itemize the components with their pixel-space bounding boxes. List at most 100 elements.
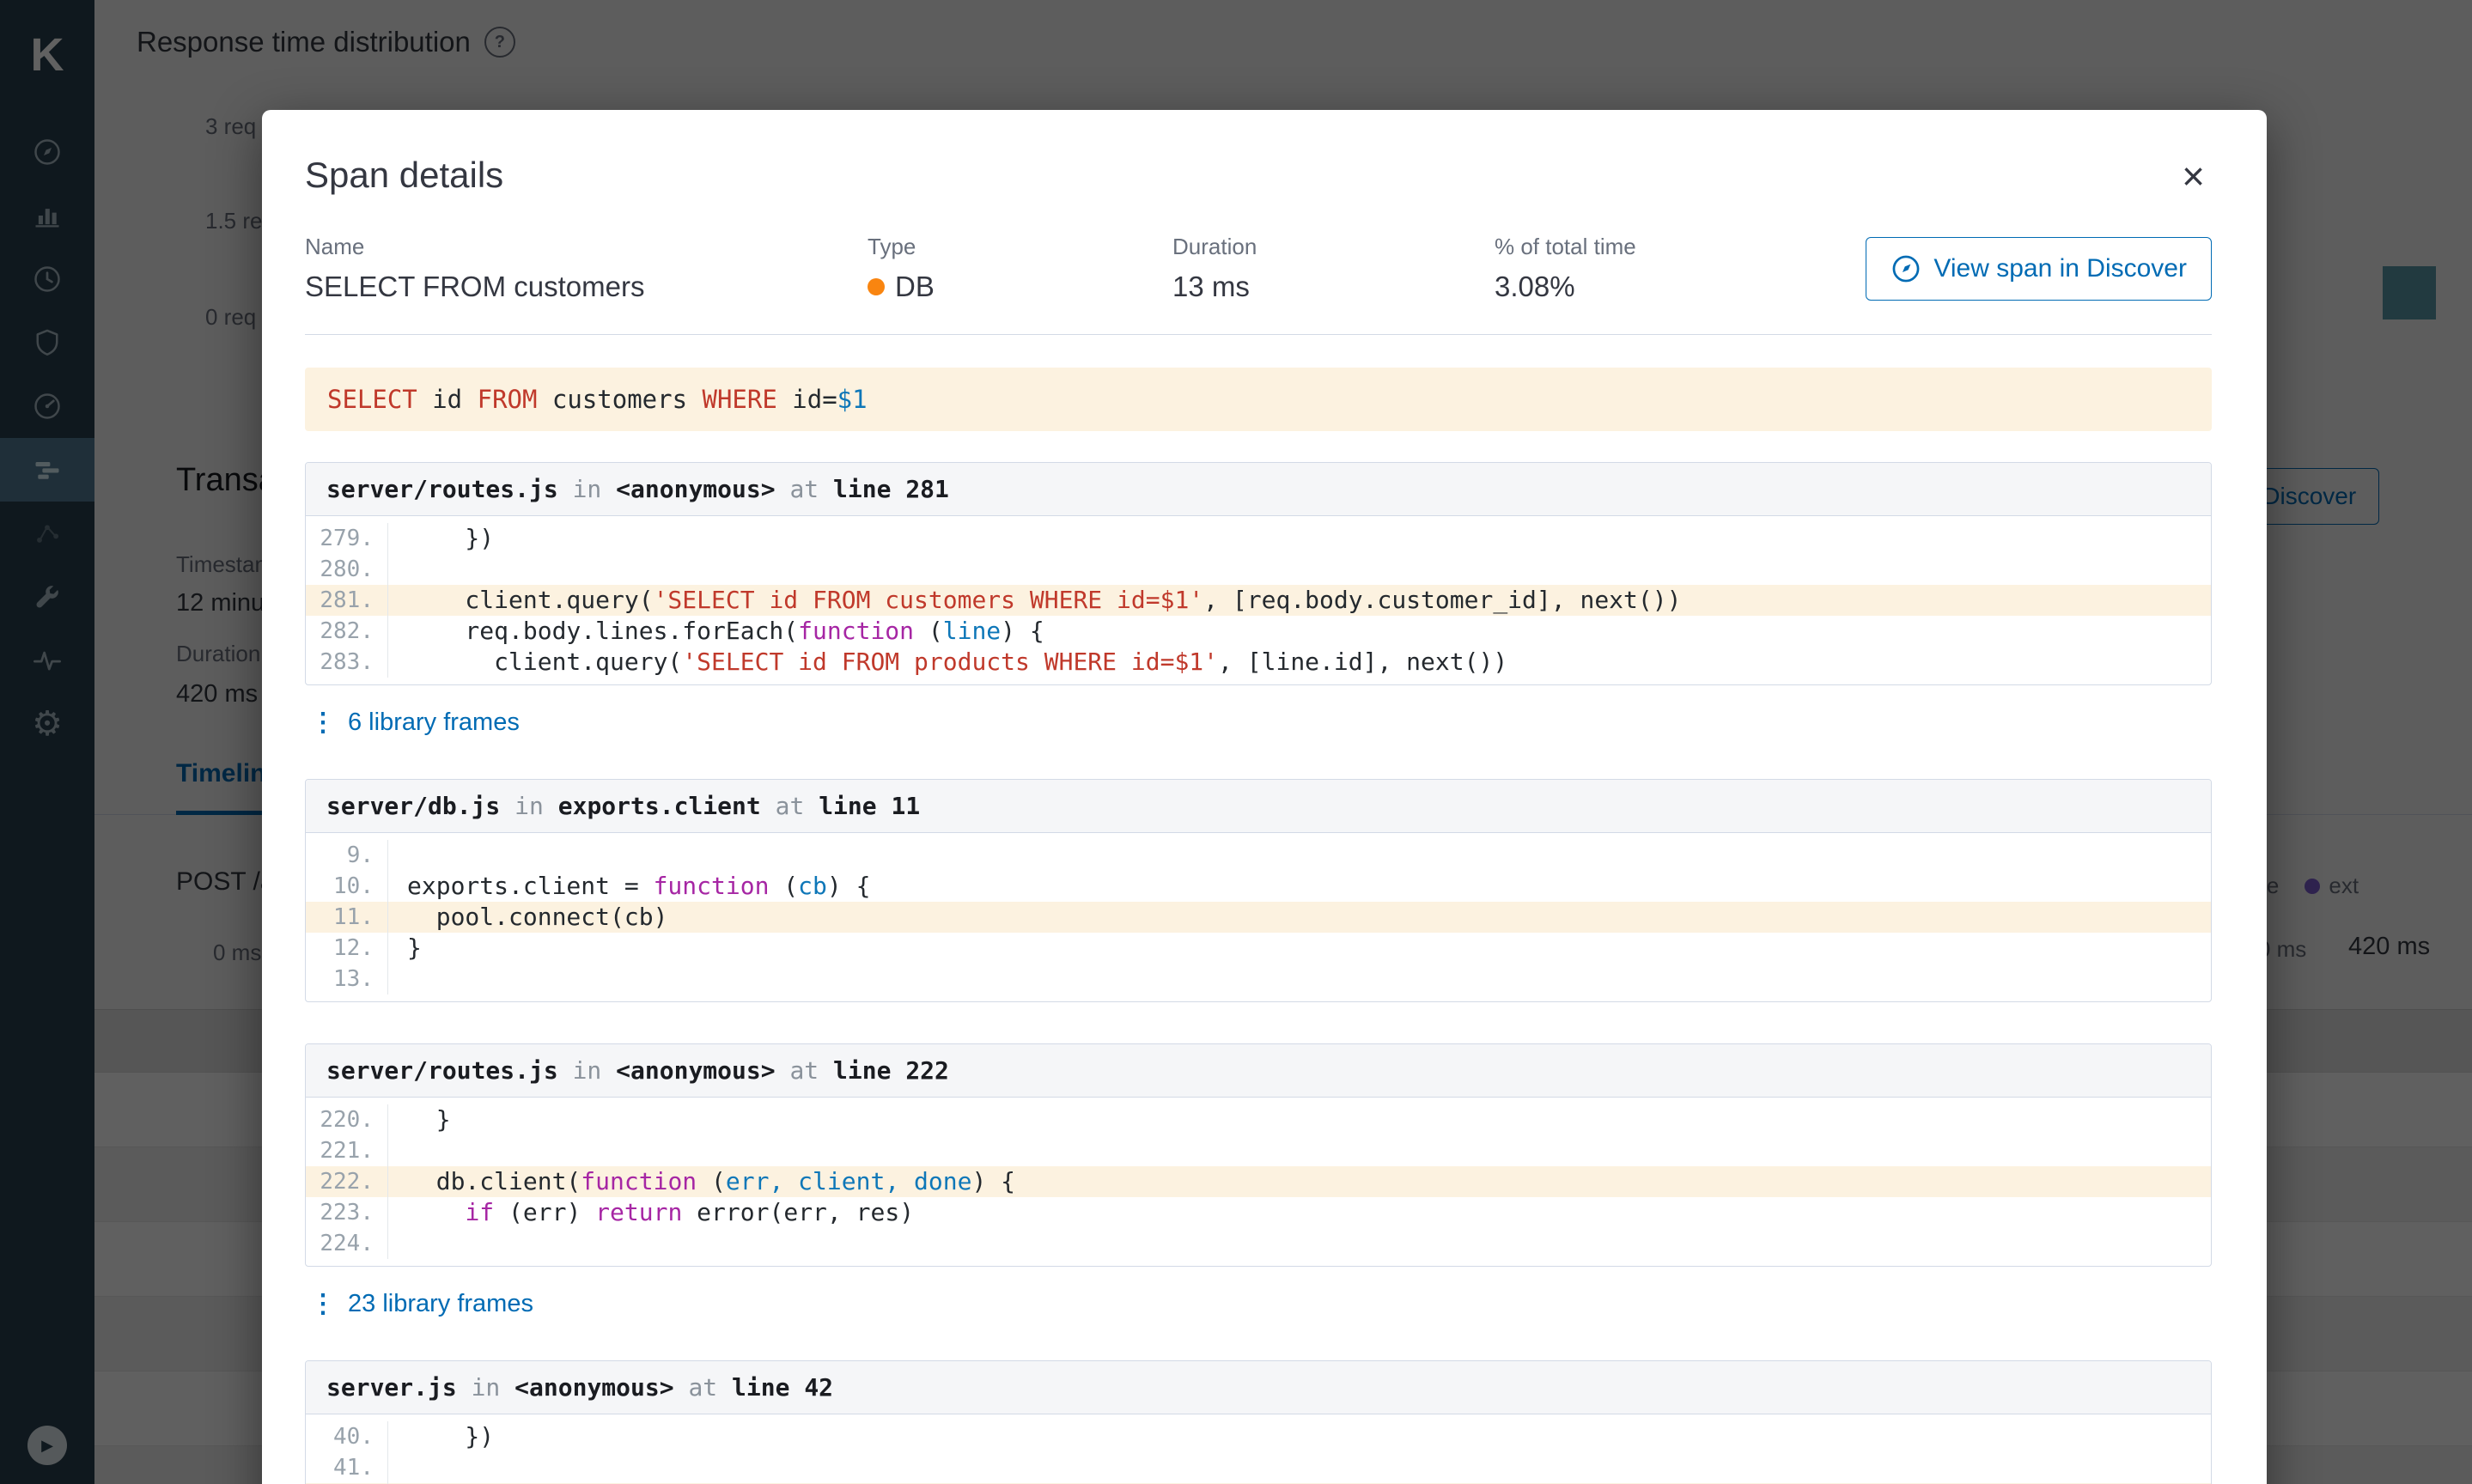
stack-frame-header: server/db.js in exports.client at line 1… [306,780,2211,833]
stack-frames: server/routes.js in <anonymous> at line … [305,462,2212,1484]
vertical-dots-icon: ⋮ [310,1290,336,1318]
line-number: 11. [306,902,388,933]
line-number: 13. [306,964,388,994]
field-label: % of total time [1495,234,1636,259]
code-token: ( [697,1167,726,1195]
code-token: ( [914,617,943,645]
code-token: exports.client = [407,872,654,900]
code-token: (err) [494,1198,596,1226]
code-token: }) [407,1422,495,1451]
code-token: function [798,617,915,645]
stack-frame-header: server.js in <anonymous> at line 42 [306,1361,2211,1414]
field-value: SELECT FROM customers [305,271,868,303]
line-number: 222. [306,1166,388,1197]
line-number: 282. [306,616,388,647]
code-line: db.client(function (err, client, done) { [388,1166,2211,1197]
code-token: error(err, res) [682,1198,915,1226]
frame-line: line 11 [819,792,921,820]
frame-word-at: at [775,1056,834,1085]
field-value: DB [868,271,1172,303]
query-token: id= [776,385,837,414]
query-token: customers [537,385,703,414]
code-token: pool.connect(cb) [407,903,668,931]
modal-content: Span details × Name SELECT FROM customers… [262,110,2267,1484]
frame-word-at: at [760,792,819,820]
span-type-dot [868,278,885,295]
library-frames-row: ⋮ 23 library frames [305,1267,2212,1319]
query-token: SELECT [327,385,417,414]
stack-frame: server/routes.js in <anonymous> at line … [305,1043,2212,1267]
span-field-duration: Duration 13 ms [1172,234,1495,303]
code-block: 220. } 221. 222. db.client(function (err, … [306,1098,2211,1266]
code-token: function [653,872,770,900]
code-token: , [line.id], next()) [1218,648,1508,676]
line-number: 279. [306,523,388,554]
code-line: if (err) return error(err, res) [388,1197,2211,1228]
field-value-text: DB [895,271,935,302]
line-number: 9. [306,840,388,871]
code-line: pool.connect(cb) [388,902,2211,933]
library-frames-toggle[interactable]: ⋮ 23 library frames [310,1289,533,1319]
line-number: 10. [306,871,388,902]
code-token: , [req.body.customer_id], next()) [1203,586,1682,614]
line-number: 281. [306,585,388,616]
stack-frame: server.js in <anonymous> at line 42 40. }… [305,1360,2212,1484]
span-fields: Name SELECT FROM customers Type DB Duration 1… [305,234,2212,303]
code-line: client.query('SELECT id FROM customers W… [388,585,2211,616]
close-button[interactable]: × [2175,155,2212,198]
code-line: client.query('SELECT id FROM products WH… [388,647,2211,678]
field-value: 13 ms [1172,271,1495,303]
frame-function: <anonymous> [616,475,776,503]
stack-frame: server/routes.js in <anonymous> at line … [305,462,2212,685]
span-field--of-total-time: % of total time 3.08% [1495,234,1804,303]
frame-file: server/db.js [326,792,501,820]
code-token: 'SELECT id FROM customers WHERE id=$1' [653,586,1204,614]
query-token: FROM [477,385,538,414]
modal-header: Span details × [305,155,2212,198]
code-token: client.query( [407,648,683,676]
code-token: err, client, done [725,1167,972,1195]
view-span-in-discover-button[interactable]: View span in Discover [1866,236,2212,301]
stack-frame-header: server/routes.js in <anonymous> at line … [306,1044,2211,1098]
library-frames-row: ⋮ 6 library frames [305,685,2212,738]
span-field-name: Name SELECT FROM customers [305,234,868,303]
line-number: 12. [306,933,388,964]
code-block: 279. }) 280. 281. client.query('SELECT id … [306,516,2211,684]
modal-title: Span details [305,155,504,195]
code-token: line [942,617,1002,645]
code-block: 40. })41.42. next() [306,1414,2211,1484]
library-frames-toggle[interactable]: ⋮ 6 library frames [310,708,520,738]
vertical-dots-icon: ⋮ [310,709,336,737]
frame-function: <anonymous> [514,1373,674,1402]
code-token: 'SELECT id FROM products WHERE id=$1' [682,648,1219,676]
line-number: 40. [306,1421,388,1452]
code-token: } [407,934,422,962]
frame-function: exports.client [557,792,761,820]
frame-word-at: at [673,1373,733,1402]
code-token: } [407,1105,451,1134]
frame-line: line 222 [833,1056,949,1085]
frame-word-in: in [557,475,617,503]
code-token: ( [769,872,799,900]
field-value-text: 13 ms [1172,271,1250,302]
stack-frame: server/db.js in exports.client at line 1… [305,779,2212,1002]
code-token: if [465,1198,495,1226]
frame-line: line 281 [833,475,949,503]
frame-line: line 42 [732,1373,834,1402]
line-number: 221. [306,1135,388,1166]
code-line: } [388,933,2211,964]
code-line: exports.client = function (cb) { [388,871,2211,902]
span-field-type: Type DB [868,234,1172,303]
code-token: client.query( [407,586,654,614]
code-token: return [595,1198,683,1226]
field-value-text: SELECT FROM customers [305,271,645,302]
line-number: 224. [306,1228,388,1259]
line-number: 41. [306,1452,388,1483]
query-token: WHERE [702,385,777,414]
span-details-modal: Span details × Name SELECT FROM customers… [262,110,2267,1484]
